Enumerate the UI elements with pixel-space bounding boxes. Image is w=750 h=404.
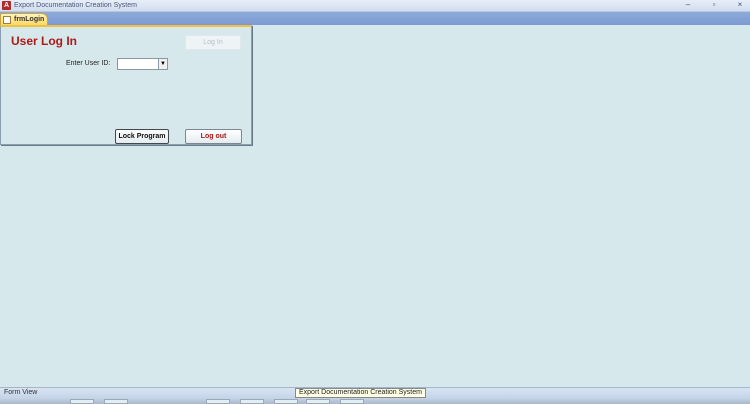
taskbar-item[interactable] [274,399,298,404]
taskbar-item[interactable] [206,399,230,404]
view-mode-label: Form View [4,389,38,396]
taskbar-item[interactable] [340,399,364,404]
access-icon[interactable]: A [2,1,11,10]
userid-combobox[interactable]: ▼ [117,58,168,70]
chevron-down-icon[interactable]: ▼ [158,59,167,69]
form-title: User Log In [11,34,78,48]
taskbar-item[interactable] [104,399,128,404]
close-button[interactable]: × [734,0,746,11]
taskbar-item[interactable] [240,399,264,404]
tab-frmlogin[interactable]: frmLogin [0,13,48,25]
lock-program-button[interactable]: Lock Program [115,129,169,144]
minimize-button[interactable]: – [682,0,694,11]
form-icon [3,15,11,24]
window-titlebar: A Export Documentation Creation System –… [0,0,750,12]
document-tabstrip: frmLogin [0,12,750,25]
maximize-button[interactable]: ▫ [708,0,720,11]
login-form: User Log In Log In Enter User ID: ▼ Lock… [0,25,252,145]
login-button[interactable]: Log In [185,35,241,50]
window-controls: – ▫ × [682,0,746,11]
taskbar-item[interactable] [70,399,94,404]
tab-label: frmLogin [14,16,45,23]
logout-button[interactable]: Log out [185,129,242,144]
window-title: Export Documentation Creation System [14,2,137,9]
userid-label: Enter User ID: [66,60,111,67]
taskbar [0,398,750,404]
taskbar-item[interactable] [306,399,330,404]
taskbar-tooltip: Export Documentation Creation System [295,388,426,398]
